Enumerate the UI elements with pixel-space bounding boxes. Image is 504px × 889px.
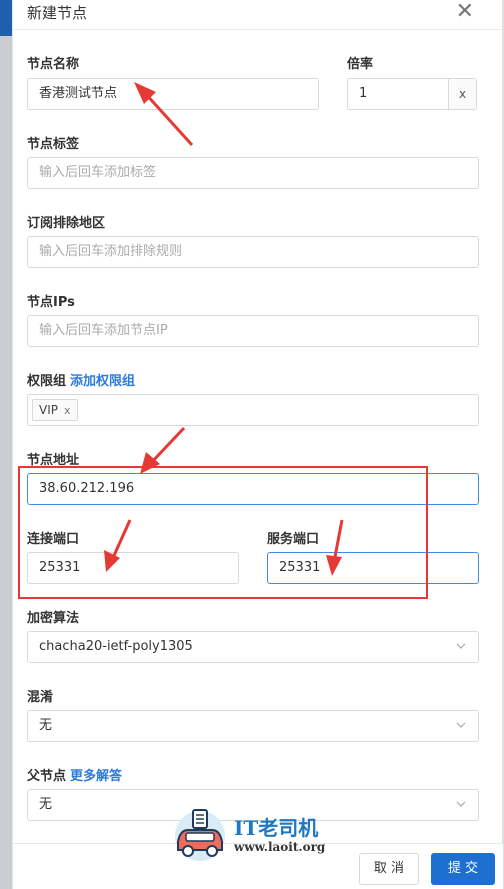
permission-tag: VIP x <box>32 399 78 421</box>
parent-node-label-text: 父节点 <box>27 769 67 784</box>
chevron-down-icon <box>456 643 466 649</box>
more-answers-link[interactable]: 更多解答 <box>70 769 122 784</box>
parent-node-value: 无 <box>39 797 53 812</box>
permission-group-label-text: 权限组 <box>27 374 67 389</box>
chevron-down-icon <box>456 801 466 807</box>
cancel-button[interactable]: 取 消 <box>359 853 419 885</box>
rate-label: 倍率 <box>347 57 374 72</box>
node-ips-label: 节点IPs <box>27 295 75 310</box>
chevron-down-icon <box>456 722 466 728</box>
obfs-label: 混淆 <box>27 690 54 705</box>
watermark-name: IT老司机 <box>234 816 319 840</box>
add-permission-group-link[interactable]: 添加权限组 <box>70 374 135 389</box>
node-name-label: 节点名称 <box>27 57 80 72</box>
permission-tag-label: VIP <box>39 403 58 417</box>
watermark: IT老司机 www.laoit.org <box>170 806 360 862</box>
annotation-highlight-box <box>18 466 428 599</box>
node-ips-input[interactable]: 输入后回车添加节点IP <box>27 315 479 347</box>
submit-button[interactable]: 提 交 <box>431 853 495 885</box>
drawer-header: 新建节点 ✕ <box>13 0 502 30</box>
cipher-value: chacha20-ietf-poly1305 <box>39 639 193 654</box>
sub-exclude-region-label: 订阅排除地区 <box>27 216 106 231</box>
close-icon[interactable]: ✕ <box>456 0 474 24</box>
node-tags-label: 节点标签 <box>27 137 80 152</box>
background-page-strip <box>0 0 12 889</box>
rate-input[interactable]: 1 x <box>347 78 477 110</box>
rate-suffix: x <box>448 79 476 109</box>
sub-exclude-region-input[interactable]: 输入后回车添加排除规则 <box>27 236 479 268</box>
watermark-url: www.laoit.org <box>234 840 326 854</box>
new-node-drawer: 新建节点 ✕ 节点名称 香港测试节点 倍率 1 x 节点标签 输入后回车添加标签… <box>12 0 503 889</box>
node-name-input[interactable]: 香港测试节点 <box>27 78 319 110</box>
obfs-select[interactable]: 无 <box>27 710 479 742</box>
drawer-title: 新建节点 <box>27 4 88 22</box>
tag-remove-icon[interactable]: x <box>64 404 71 417</box>
node-tags-input[interactable]: 输入后回车添加标签 <box>27 157 479 189</box>
cipher-select[interactable]: chacha20-ietf-poly1305 <box>27 631 479 663</box>
cipher-label: 加密算法 <box>27 611 80 626</box>
permission-group-select[interactable]: VIP x <box>27 394 479 426</box>
permission-group-label: 权限组 添加权限组 <box>27 370 135 389</box>
car-logo-icon <box>175 809 225 861</box>
rate-value: 1 <box>359 86 368 101</box>
parent-node-label: 父节点 更多解答 <box>27 765 122 784</box>
obfs-value: 无 <box>39 718 53 733</box>
background-header-accent <box>0 0 12 36</box>
